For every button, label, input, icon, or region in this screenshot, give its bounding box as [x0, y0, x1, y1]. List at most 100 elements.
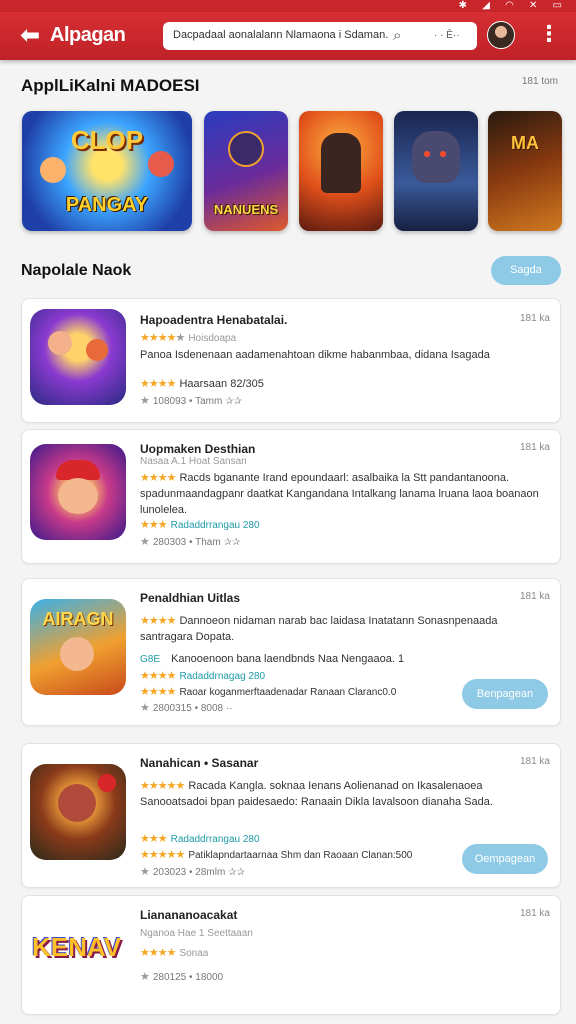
- app-time: 181 ka: [519, 313, 550, 324]
- app-title: Alpagan: [50, 24, 126, 46]
- extra-text: Raoar koganmerftaadenadar Ranaan Claranc…: [179, 687, 397, 698]
- app-icon[interactable]: [30, 764, 126, 860]
- featured-item[interactable]: [299, 111, 383, 231]
- search-placeholder: Dacpadaal aonalalann Nlamaona i Sdaman.: [173, 29, 389, 41]
- app-name[interactable]: Nanahican • Sasanar: [140, 756, 258, 770]
- app-icon-text: AIRAGN: [42, 609, 114, 629]
- tag-line: Kanooenoon bana laendbnds Naa Nengaaoa. …: [171, 653, 405, 665]
- version-text: Haarsaan 82/305: [179, 378, 264, 390]
- app-description: ★★★★ Racds bganante Irand epoundaarl: asa…: [140, 470, 548, 518]
- star-rating-icon: ★★★★: [140, 471, 176, 484]
- character-art: [148, 151, 174, 177]
- star-rating-icon: ★★★: [140, 832, 168, 845]
- app-icon[interactable]: [30, 309, 126, 405]
- app-subtitle: Nganoa Hae 1 Seettaaan: [140, 928, 253, 939]
- rating-text: Sonaa: [179, 948, 209, 959]
- app-description: Panoa Isdenenaan aadamenahtoan dikme hab…: [140, 349, 490, 361]
- app-link[interactable]: Radaddrrangau 280: [171, 834, 260, 845]
- character-eye: [440, 151, 446, 157]
- app-subtitle: Nasaa A.1 Hoat Sansan: [140, 456, 247, 467]
- avatar[interactable]: [487, 21, 515, 49]
- star-rating-icon: ★★★: [140, 518, 168, 531]
- character-art: [86, 339, 108, 361]
- extra-row: ★★★★ Raoar koganmerftaadenadar Ranaan Cla…: [140, 685, 440, 698]
- download-row: ★ 280303 • Tham ✰✰: [140, 535, 241, 548]
- download-row: ★ 2800315 • 8008 ··: [140, 701, 233, 714]
- app-description: ★★★★★ Racada Kangla. soknaa Ienans Aolien…: [140, 778, 548, 810]
- app-icon[interactable]: AIRAGN: [30, 599, 126, 695]
- app-card[interactable]: Hapoadentra Henabatalai. 181 ka ★★★★★ Hoi…: [21, 298, 561, 423]
- featured-section-meta: 181 tom: [521, 76, 558, 87]
- app-card[interactable]: KENAV Lianananoacakat 181 ka Nganoa Hae …: [21, 895, 561, 1015]
- action-button[interactable]: Benpagean: [462, 679, 548, 709]
- star-rating-icon: ★★★★: [140, 377, 176, 390]
- link-row: ★★★★ Radaddrnagag 280: [140, 669, 265, 682]
- rating-row: ★★★★★ Hoisdoapa: [140, 331, 236, 344]
- link-row: ★★★ Radaddrrangau 280: [140, 518, 260, 531]
- download-count: 203023 • 28mlm: [152, 867, 226, 878]
- link-row: ★★★ Radaddrrangau 280: [140, 832, 260, 845]
- featured-item-caption: NANUENS: [213, 202, 279, 217]
- star-rating-icon: ★★★★★: [140, 848, 185, 861]
- download-count: 108093 • Tamm: [152, 396, 223, 407]
- more-menu-icon[interactable]: ⋮: [538, 22, 560, 47]
- featured-item[interactable]: MA: [488, 111, 562, 231]
- app-time: 181 ka: [519, 908, 550, 919]
- app-icon-text: KENAV: [32, 932, 122, 962]
- app-link[interactable]: Radaddrnagag 280: [179, 671, 265, 682]
- download-row: ★ 108093 • Tamm ✰✰: [140, 394, 242, 407]
- featured-item[interactable]: CLOP PANGAY: [22, 111, 192, 231]
- app-tag[interactable]: G8E: [140, 654, 160, 665]
- character-art: [60, 637, 94, 671]
- download-count: 280125 • 18000: [152, 972, 224, 983]
- status-icons: ✱ ◢ ◠ ✕ ▭: [458, 0, 568, 11]
- app-time: 181 ka: [519, 756, 550, 767]
- star-rating-icon: ★★★★★: [140, 331, 185, 344]
- rating-row: ★★★★ Sonaa: [140, 946, 208, 959]
- star-rating-icon: ★★★★: [140, 685, 176, 698]
- app-card[interactable]: AIRAGN Penaldhian Uitlas 181 ka ★★★★ Dann…: [21, 578, 561, 726]
- character-art: [321, 133, 361, 193]
- search-input[interactable]: Dacpadaal aonalalann Nlamaona i Sdaman. …: [163, 22, 477, 50]
- app-name[interactable]: Lianananoacakat: [140, 908, 237, 922]
- version-row: ★★★★ Haarsaan 82/305: [140, 377, 264, 390]
- extra-text: Patiklapndartaarnaa Shm dan Raoaan Clana…: [188, 850, 413, 861]
- download-count: 2800315 • 8008 ··: [152, 703, 233, 714]
- app-card[interactable]: Nanahican • Sasanar 181 ka ★★★★★ Racada K…: [21, 743, 561, 888]
- character-art: [412, 131, 460, 183]
- star-rating-icon: ★★★★: [140, 614, 176, 627]
- app-name[interactable]: Penaldhian Uitlas: [140, 591, 240, 605]
- app-time: 181 ka: [519, 442, 550, 453]
- character-eye: [424, 151, 430, 157]
- app-link[interactable]: Radaddrrangau 280: [171, 520, 260, 531]
- featured-item[interactable]: [394, 111, 478, 231]
- action-button[interactable]: Oempagean: [462, 844, 548, 874]
- character-art: [58, 784, 96, 822]
- see-all-button[interactable]: Sagda: [491, 256, 561, 285]
- app-description-text: Racds bganante Irand epoundaarl: asalbai…: [140, 472, 539, 516]
- character-hat: [56, 460, 100, 480]
- app-icon[interactable]: KENAV: [30, 914, 126, 1010]
- download-star-icon: ★: [140, 970, 150, 983]
- app-name[interactable]: Uopmaken Desthian: [140, 442, 255, 456]
- download-star-icon: ★: [140, 394, 150, 407]
- download-count: 280303 • Tham: [152, 537, 221, 548]
- ball-art: [98, 774, 116, 792]
- star-rating-icon: ★★★★★: [140, 779, 185, 792]
- tag-row: G8E Kanooenoon bana laendbnds Naa Nengaa…: [140, 653, 404, 665]
- featured-carousel[interactable]: CLOP PANGAY NANUENS MA: [22, 111, 562, 233]
- featured-item[interactable]: NANUENS: [204, 111, 288, 231]
- download-star-icon: ★: [140, 701, 150, 714]
- app-card[interactable]: Uopmaken Desthian 181 ka Nasaa A.1 Hoat …: [21, 429, 561, 564]
- voice-search-label[interactable]: · · Ē··: [434, 30, 460, 41]
- search-icon[interactable]: ⌕: [393, 26, 401, 44]
- app-name[interactable]: Hapoadentra Henabatalai.: [140, 313, 287, 327]
- status-bar: ✱ ◢ ◠ ✕ ▭: [0, 0, 576, 12]
- featured-section-title: ApplLiKalni MADOESI: [21, 76, 200, 95]
- back-arrow-icon[interactable]: ⬅: [20, 22, 46, 48]
- app-bar: ⬅ Alpagan Dacpadaal aonalalann Nlamaona …: [0, 12, 576, 60]
- featured-item-title-top: MA: [511, 133, 539, 153]
- list-section-title: Napolale Naok: [21, 262, 132, 279]
- character-art: [58, 478, 98, 514]
- app-icon[interactable]: [30, 444, 126, 540]
